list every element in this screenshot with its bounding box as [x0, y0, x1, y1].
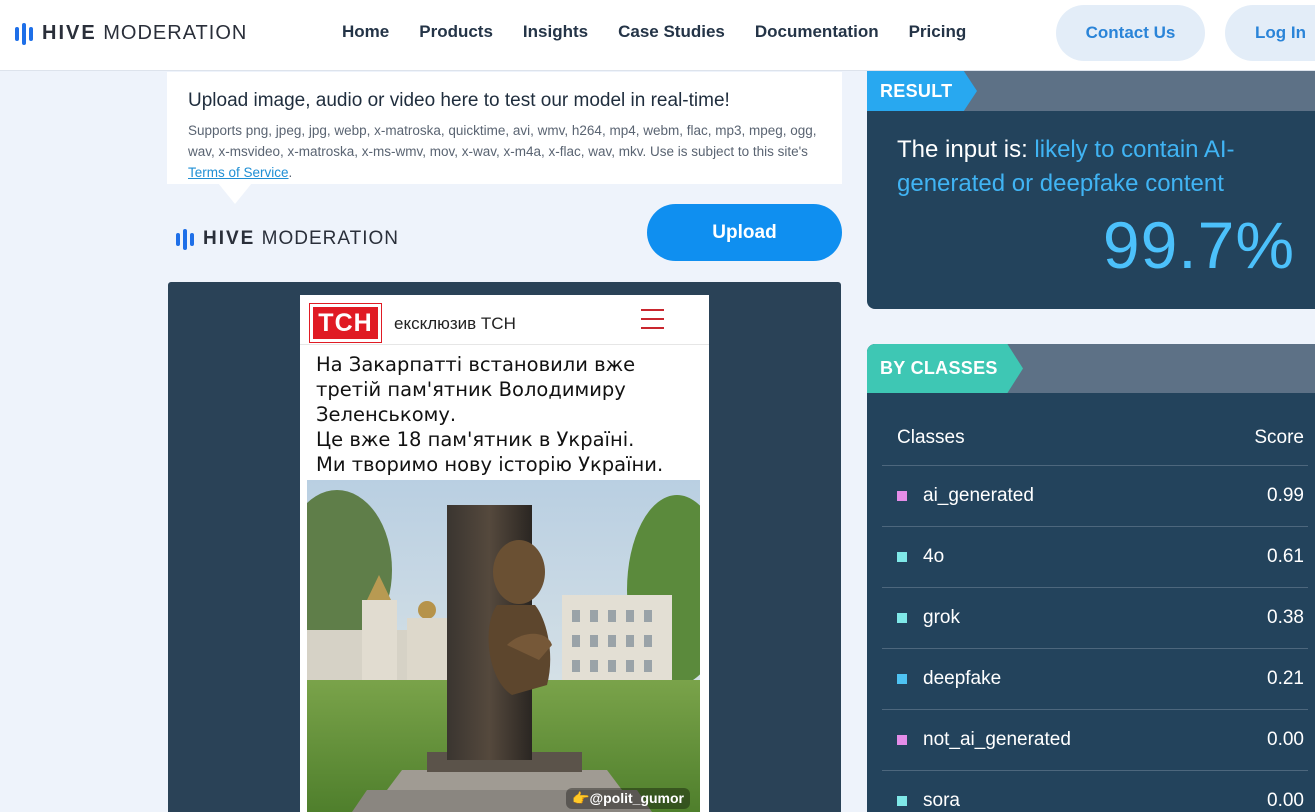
caption-line: Ми творимо нову історію України. [316, 453, 664, 476]
formats-text: Supports png, jpeg, jpg, webp, x-matrosk… [188, 123, 817, 159]
class-name: deepfake [923, 668, 1002, 689]
supported-formats: Supports png, jpeg, jpg, webp, x-matrosk… [188, 120, 821, 183]
class-score: 0.99 [1267, 485, 1304, 506]
result-prefix: The input is: [897, 136, 1035, 163]
upload-info-card: Upload image, audio or video here to tes… [167, 72, 842, 184]
table-row: sora 0.00 [882, 771, 1308, 812]
caption-line: Це вже 18 пам'ятник в Україні. [316, 428, 635, 451]
nav-insights[interactable]: Insights [523, 22, 588, 42]
upload-title: Upload image, audio or video here to tes… [188, 90, 730, 111]
hive-logo-secondary: HIVE MODERATION [176, 228, 399, 250]
table-row: ai_generated 0.99 [882, 466, 1308, 527]
class-score: 0.00 [1267, 729, 1304, 750]
col-score: Score [1254, 427, 1304, 448]
class-color-swatch [897, 674, 907, 684]
terms-of-service-link[interactable]: Terms of Service [188, 165, 289, 180]
contact-us-button[interactable]: Contact Us [1056, 5, 1205, 61]
class-color-swatch [897, 613, 907, 623]
class-name: not_ai_generated [923, 729, 1071, 750]
main-nav: Home Products Insights Case Studies Docu… [342, 22, 966, 42]
result-statement: The input is: likely to contain AI-gener… [897, 133, 1297, 201]
class-color-swatch [897, 796, 907, 806]
formats-suffix: . [288, 165, 293, 180]
hive-logo[interactable]: HIVE MODERATION [15, 22, 247, 45]
classes-panel: BY CLASSES Classes Score ai_generated 0.… [867, 344, 1315, 812]
caption-line: На Закарпатті встановили вже [316, 353, 636, 376]
classes-table: Classes Score ai_generated 0.99 4o 0.61 … [882, 410, 1308, 812]
log-in-button[interactable]: Log In [1225, 5, 1315, 61]
logo-light-text: MODERATION [103, 22, 248, 44]
col-classes: Classes [897, 427, 965, 448]
class-score: 0.38 [1267, 607, 1304, 628]
class-color-swatch [897, 735, 907, 745]
classes-table-header: Classes Score [882, 410, 1308, 466]
class-color-swatch [897, 491, 907, 501]
result-tag: RESULT [867, 71, 977, 111]
class-name: sora [923, 790, 960, 811]
class-name: 4o [923, 546, 945, 567]
monument-illustration [307, 480, 700, 812]
card-pointer [218, 183, 252, 204]
result-score: 99.7% [1102, 208, 1295, 282]
result-panel: RESULT The input is: likely to contain A… [867, 71, 1315, 309]
nav-home[interactable]: Home [342, 22, 389, 42]
logo2-light-text: MODERATION [261, 228, 400, 249]
upload-button[interactable]: Upload [647, 204, 842, 261]
logo-bold-text: HIVE [42, 22, 97, 44]
hive-logo-icon [15, 22, 33, 45]
nav-products[interactable]: Products [419, 22, 493, 42]
classes-panel-header: BY CLASSES [867, 344, 1315, 393]
result-panel-header: RESULT [867, 71, 1315, 111]
class-name: ai_generated [923, 485, 1034, 506]
table-row: deepfake 0.21 [882, 649, 1308, 710]
caption-line: Зеленському. [316, 403, 457, 426]
hive-logo-icon [176, 228, 194, 250]
table-row: grok 0.38 [882, 588, 1308, 649]
class-name: grok [923, 607, 960, 628]
class-score: 0.00 [1267, 790, 1304, 811]
hamburger-menu-icon [641, 309, 664, 329]
post-header: TCH ексклюзив ТСН [300, 295, 709, 345]
media-preview: TCH ексклюзив ТСН На Закарпатті встанови… [168, 282, 841, 812]
post-caption: На Закарпатті встановили вже третій пам'… [316, 352, 696, 477]
class-color-swatch [897, 552, 907, 562]
tsn-logo: TCH [309, 303, 382, 343]
monument-photo: 👉@polit_gumor [307, 480, 700, 812]
nav-case-studies[interactable]: Case Studies [618, 22, 725, 42]
top-navbar: HIVE MODERATION Home Products Insights C… [0, 0, 1315, 71]
class-score: 0.61 [1267, 546, 1304, 567]
post-source: ексклюзив ТСН [394, 314, 516, 333]
by-classes-tag: BY CLASSES [867, 344, 1023, 393]
table-row: not_ai_generated 0.00 [882, 710, 1308, 771]
logo2-bold-text: HIVE [203, 228, 256, 249]
uploaded-image: TCH ексклюзив ТСН На Закарпатті встанови… [300, 295, 709, 812]
caption-line: третій пам'ятник Володимиру [316, 378, 626, 401]
nav-pricing[interactable]: Pricing [909, 22, 967, 42]
watermark-label: 👉@polit_gumor [566, 788, 690, 809]
class-score: 0.21 [1267, 668, 1304, 689]
nav-documentation[interactable]: Documentation [755, 22, 879, 42]
table-row: 4o 0.61 [882, 527, 1308, 588]
